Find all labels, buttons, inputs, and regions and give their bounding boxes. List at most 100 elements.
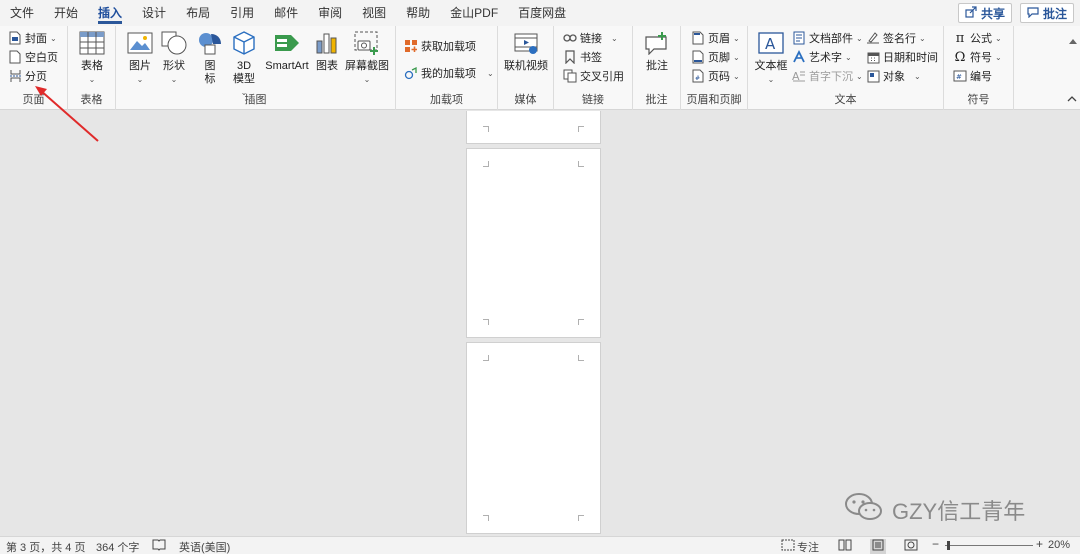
get-addins-button[interactable]: 获取加载项 xyxy=(404,37,476,55)
object-button[interactable]: 对象 ⌄ xyxy=(866,67,921,85)
word-count-status[interactable]: 364 个字 xyxy=(96,539,139,554)
drop-cap-button[interactable]: A 首字下沉 ⌄ xyxy=(792,67,863,85)
bookmark-button[interactable]: 书签 xyxy=(563,48,602,66)
group-comments: 批注 批注 xyxy=(633,26,681,110)
crop-mark xyxy=(483,319,489,325)
group-header-footer: 页眉 ⌄ 页脚 ⌄ # 页码 ⌄ 页眉和页脚 xyxy=(681,26,748,110)
tab-file[interactable]: 文件 xyxy=(0,0,44,26)
icons-button[interactable]: 图标 xyxy=(196,29,224,86)
svg-text:#: # xyxy=(956,73,962,81)
page-thumbnail[interactable] xyxy=(466,111,601,144)
signature-line-button[interactable]: 签名行 ⌄ xyxy=(866,29,926,47)
zoom-out-button[interactable]: − xyxy=(932,537,939,551)
crop-mark xyxy=(483,515,489,521)
page-thumbnail[interactable] xyxy=(466,342,601,534)
number-button[interactable]: # 编号 xyxy=(953,67,992,85)
online-video-button[interactable]: 联机视频 xyxy=(502,29,550,73)
chevron-down-icon: ⌄ xyxy=(919,33,926,43)
chevron-down-icon: ⌄ xyxy=(856,71,863,81)
tab-design[interactable]: 设计 xyxy=(132,0,176,26)
tab-mailings[interactable]: 邮件 xyxy=(264,0,308,26)
cover-page-button[interactable]: 封面 ⌄ xyxy=(8,29,57,47)
zoom-slider[interactable] xyxy=(945,545,1033,546)
read-mode-icon[interactable] xyxy=(838,539,852,554)
tab-help[interactable]: 帮助 xyxy=(396,0,440,26)
screenshot-button[interactable]: 屏幕截图 ⌄ xyxy=(344,29,390,86)
addins-icon xyxy=(404,66,418,80)
focus-mode-button[interactable]: 专注 xyxy=(797,539,819,554)
3d-models-button[interactable]: 3D模型 ⌄ xyxy=(228,29,260,99)
store-icon xyxy=(404,39,418,53)
page-break-icon xyxy=(8,69,22,83)
chevron-down-icon: ⌄ xyxy=(733,71,740,81)
group-tables: 表格 ⌄ 表格 xyxy=(68,26,116,110)
number-icon: # xyxy=(953,69,967,83)
crop-mark xyxy=(578,319,584,325)
tab-insert[interactable]: 插入 xyxy=(88,0,132,26)
chevron-down-icon: ⌄ xyxy=(611,33,618,43)
header-button[interactable]: 页眉 ⌄ xyxy=(691,29,740,47)
share-button[interactable]: 共享 xyxy=(957,3,1012,23)
text-box-button[interactable]: A 文本框 ⌄ xyxy=(754,29,788,86)
signature-icon xyxy=(866,31,880,45)
group-text-label: 文本 xyxy=(834,94,857,106)
my-addins-button[interactable]: 我的加载项 ⌄ xyxy=(404,64,494,82)
tab-layout[interactable]: 布局 xyxy=(176,0,220,26)
shapes-button[interactable]: 形状 ⌄ xyxy=(158,29,190,86)
focus-icon[interactable] xyxy=(781,539,795,554)
chart-button[interactable]: 图表 xyxy=(312,29,342,73)
chevron-down-icon: ⌄ xyxy=(995,33,1002,43)
new-comment-icon xyxy=(642,29,672,57)
chevron-down-icon: ⌄ xyxy=(733,52,740,62)
wechat-icon xyxy=(844,492,884,528)
zoom-level[interactable]: 20% xyxy=(1048,539,1070,551)
share-icon xyxy=(965,5,977,21)
chevron-down-icon: ⌄ xyxy=(995,52,1002,62)
web-layout-icon[interactable] xyxy=(904,539,918,554)
blank-page-button[interactable]: 空白页 xyxy=(8,48,58,66)
zoom-slider-thumb[interactable] xyxy=(947,541,950,550)
group-media: 联机视频 媒体 xyxy=(498,26,554,110)
blank-page-icon xyxy=(8,50,22,64)
comments-button[interactable]: 批注 xyxy=(1019,3,1074,23)
equation-button[interactable]: π 公式 ⌄ xyxy=(953,29,1002,47)
icons-icon xyxy=(195,29,225,57)
bookmark-icon xyxy=(563,50,577,64)
tab-view[interactable]: 视图 xyxy=(352,0,396,26)
smartart-button[interactable]: SmartArt xyxy=(262,29,312,73)
header-icon xyxy=(691,31,705,45)
page-thumbnail[interactable] xyxy=(466,148,601,338)
comment-icon xyxy=(1027,6,1039,21)
pictures-button[interactable]: 图片 ⌄ xyxy=(124,29,156,86)
page-number-button[interactable]: # 页码 ⌄ xyxy=(691,67,740,85)
proofing-icon[interactable] xyxy=(152,539,166,554)
print-layout-icon[interactable] xyxy=(870,539,886,554)
document-canvas[interactable] xyxy=(0,111,1080,536)
tab-references[interactable]: 引用 xyxy=(220,0,264,26)
cross-reference-button[interactable]: 交叉引用 xyxy=(563,67,624,85)
page-count-status[interactable]: 第 3 页，共 4 页 xyxy=(6,539,85,554)
tab-baidu-netdisk[interactable]: 百度网盘 xyxy=(508,0,576,26)
tab-kingsoft-pdf[interactable]: 金山PDF xyxy=(440,0,508,26)
language-status[interactable]: 英语(美国) xyxy=(179,539,230,554)
chevron-down-icon: ⌄ xyxy=(733,33,740,43)
date-time-button[interactable]: 日期和时间 xyxy=(866,48,938,66)
ribbon-scroll-up-icon[interactable] xyxy=(1068,36,1078,102)
group-symbols: π 公式 ⌄ Ω 符号 ⌄ # 编号 符号 xyxy=(944,26,1014,110)
crop-mark xyxy=(578,515,584,521)
chevron-down-icon: ⌄ xyxy=(767,75,775,84)
new-comment-button[interactable]: 批注 xyxy=(641,29,673,73)
table-icon xyxy=(77,29,107,57)
zoom-in-button[interactable]: + xyxy=(1036,537,1043,551)
quick-parts-button[interactable]: 文档部件 ⌄ xyxy=(792,29,863,47)
link-button[interactable]: 链接 ⌄ xyxy=(563,29,618,47)
chevron-down-icon: ⌄ xyxy=(914,71,921,81)
wordart-button[interactable]: 艺术字 ⌄ xyxy=(792,48,852,66)
footer-button[interactable]: 页脚 ⌄ xyxy=(691,48,740,66)
tab-home[interactable]: 开始 xyxy=(44,0,88,26)
page-break-button[interactable]: 分页 xyxy=(8,67,47,85)
table-button[interactable]: 表格 ⌄ xyxy=(76,29,108,86)
crop-mark xyxy=(483,355,489,361)
tab-review[interactable]: 审阅 xyxy=(308,0,352,26)
symbol-button[interactable]: Ω 符号 ⌄ xyxy=(953,48,1002,66)
